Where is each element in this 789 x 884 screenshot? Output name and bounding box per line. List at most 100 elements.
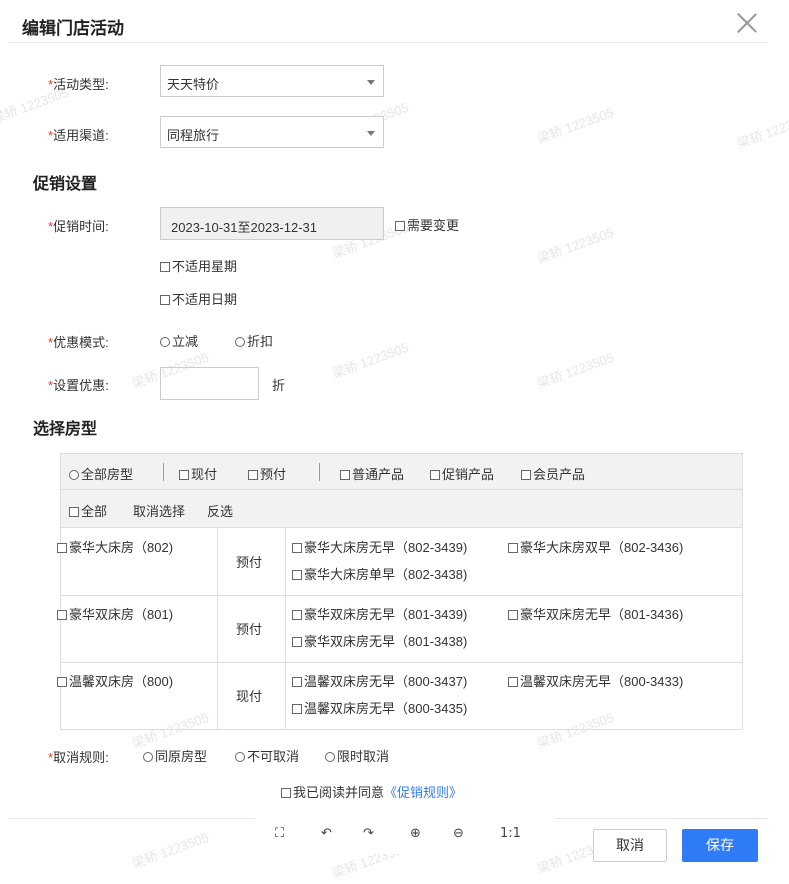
checkbox-icon [160, 262, 170, 272]
discount-input[interactable] [160, 367, 259, 400]
cancel-rule-same-radio[interactable]: 同原房型 [143, 746, 207, 765]
checkbox-icon [508, 610, 518, 620]
header-divider [8, 42, 768, 43]
row-divider [61, 595, 742, 596]
image-viewer-toolbar: ⛶ ↶ ↷ ⊕ ⊖ 1:1 [255, 818, 555, 854]
product-checkbox[interactable]: 豪华大床房单早（802-3438) [292, 564, 467, 583]
rotate-right-icon[interactable]: ↷ [363, 826, 374, 841]
checkbox-icon [340, 470, 350, 480]
checkbox-icon [292, 610, 302, 620]
fit-screen-icon[interactable]: ⛶ [275, 826, 284, 841]
watermark: 梁轿 1223505 [130, 829, 211, 872]
product-checkbox[interactable]: 豪华双床房无早（801-3438) [292, 631, 467, 650]
all-room-types-radio[interactable]: 全部房型 [69, 464, 133, 483]
product-checkbox[interactable]: 豪华大床房无早（802-3439) [292, 537, 467, 556]
checkbox-icon [292, 570, 302, 580]
discount-mode-percent-radio[interactable]: 折扣 [235, 331, 273, 350]
checkbox-icon [281, 788, 291, 798]
dialog-title: 编辑门店活动 [22, 19, 124, 38]
room-checkbox-800[interactable]: 温馨双床房（800) [57, 671, 173, 690]
chevron-down-icon [367, 80, 375, 85]
product-checkbox[interactable]: 温馨双床房无早（800-3435) [292, 698, 467, 717]
need-change-checkbox[interactable]: 需要变更 [395, 215, 459, 234]
column-divider [285, 528, 286, 729]
checkbox-icon [508, 543, 518, 553]
invert-selection-link[interactable]: 反选 [207, 501, 233, 520]
checkbox-icon [57, 677, 67, 687]
room-filter-bar: 全部房型 现付 预付 普通产品 促销产品 会员产品 [61, 454, 742, 490]
zoom-out-icon[interactable]: ⊖ [453, 826, 464, 841]
product-checkbox[interactable]: 豪华双床房无早（801-3436) [508, 604, 683, 623]
checkbox-icon [292, 677, 302, 687]
discount-mode-reduce-radio[interactable]: 立减 [160, 331, 198, 350]
checkbox-icon [395, 221, 405, 231]
activity-type-select[interactable]: 天天特价 [160, 65, 384, 97]
cancel-rule-timed-radio[interactable]: 限时取消 [325, 746, 389, 765]
promo-rules-link[interactable]: 《促销规则》 [384, 785, 462, 800]
checkbox-icon [292, 704, 302, 714]
watermark: 梁轿 1223505 [330, 339, 411, 382]
column-divider [217, 528, 218, 729]
save-button[interactable]: 保存 [682, 829, 758, 862]
row-divider [61, 662, 742, 663]
select-all-checkbox[interactable]: 全部 [69, 501, 107, 520]
checkbox-icon [508, 677, 518, 687]
chevron-down-icon [367, 131, 375, 136]
cancel-rule-none-radio[interactable]: 不可取消 [235, 746, 299, 765]
promo-time-label: *促销时间: [48, 219, 109, 234]
promo-date-range-value: 2023-10-31至2023-12-31 [171, 220, 317, 235]
radio-icon [69, 470, 79, 480]
radio-icon [143, 752, 153, 762]
member-product-checkbox[interactable]: 会员产品 [521, 464, 585, 483]
cancel-button[interactable]: 取消 [593, 829, 667, 862]
checkbox-icon [292, 543, 302, 553]
rotate-left-icon[interactable]: ↶ [321, 826, 332, 841]
select-actions-bar: 全部 取消选择 反选 [61, 490, 742, 528]
agreement-checkbox[interactable]: 我已阅读并同意《促销规则》 [281, 782, 462, 801]
radio-icon [235, 752, 245, 762]
watermark: 梁轿 1223505 [535, 224, 616, 267]
promo-product-checkbox[interactable]: 促销产品 [430, 464, 494, 483]
channel-value: 同程旅行 [167, 128, 220, 143]
close-icon[interactable] [735, 10, 759, 34]
discount-mode-label: *优惠模式: [48, 335, 109, 350]
watermark: 梁轿 1223505 [735, 109, 789, 152]
set-discount-label: *设置优惠: [48, 378, 109, 393]
room-pay-type: 预付 [236, 555, 263, 570]
actual-size-button[interactable]: 1:1 [500, 826, 521, 841]
product-checkbox[interactable]: 豪华大床房双早（802-3436) [508, 537, 683, 556]
checkbox-icon [248, 470, 258, 480]
checkbox-icon [292, 637, 302, 647]
exclude-weekday-checkbox[interactable]: 不适用星期 [160, 256, 237, 275]
room-pay-type: 现付 [236, 689, 263, 704]
deselect-link[interactable]: 取消选择 [133, 501, 185, 520]
promo-date-range-field[interactable]: 2023-10-31至2023-12-31 [160, 207, 384, 240]
room-checkbox-802[interactable]: 豪华大床房（802) [57, 537, 173, 556]
normal-product-checkbox[interactable]: 普通产品 [340, 464, 404, 483]
room-selection-panel: 全部房型 现付 预付 普通产品 促销产品 会员产品 全部 取消选择 反选 豪华大… [57, 453, 743, 730]
watermark: 梁轿 1223505 [535, 104, 616, 147]
room-checkbox-801[interactable]: 豪华双床房（801) [57, 604, 173, 623]
edit-store-activity-dialog: 编辑门店活动 梁轿 1223505 梁轿 1223505 梁轿 1223505 … [0, 0, 789, 884]
room-type-heading: 选择房型 [33, 421, 98, 438]
checkbox-icon [57, 543, 67, 553]
now-pay-checkbox[interactable]: 现付 [179, 464, 217, 483]
zoom-in-icon[interactable]: ⊕ [410, 826, 421, 841]
watermark: 梁轿 1223505 [535, 349, 616, 392]
product-checkbox[interactable]: 豪华双床房无早（801-3439) [292, 604, 467, 623]
channel-select[interactable]: 同程旅行 [160, 116, 384, 148]
divider [319, 463, 320, 481]
room-pay-type: 预付 [236, 622, 263, 637]
radio-icon [235, 337, 245, 347]
activity-type-value: 天天特价 [167, 77, 220, 92]
checkbox-icon [179, 470, 189, 480]
checkbox-icon [69, 507, 79, 517]
checkbox-icon [57, 610, 67, 620]
exclude-date-checkbox[interactable]: 不适用日期 [160, 289, 237, 308]
prepay-checkbox[interactable]: 预付 [248, 464, 286, 483]
checkbox-icon [521, 470, 531, 480]
checkbox-icon [160, 295, 170, 305]
product-checkbox[interactable]: 温馨双床房无早（800-3437) [292, 671, 467, 690]
channel-label: *适用渠道: [48, 128, 109, 143]
product-checkbox[interactable]: 温馨双床房无早（800-3433) [508, 671, 683, 690]
